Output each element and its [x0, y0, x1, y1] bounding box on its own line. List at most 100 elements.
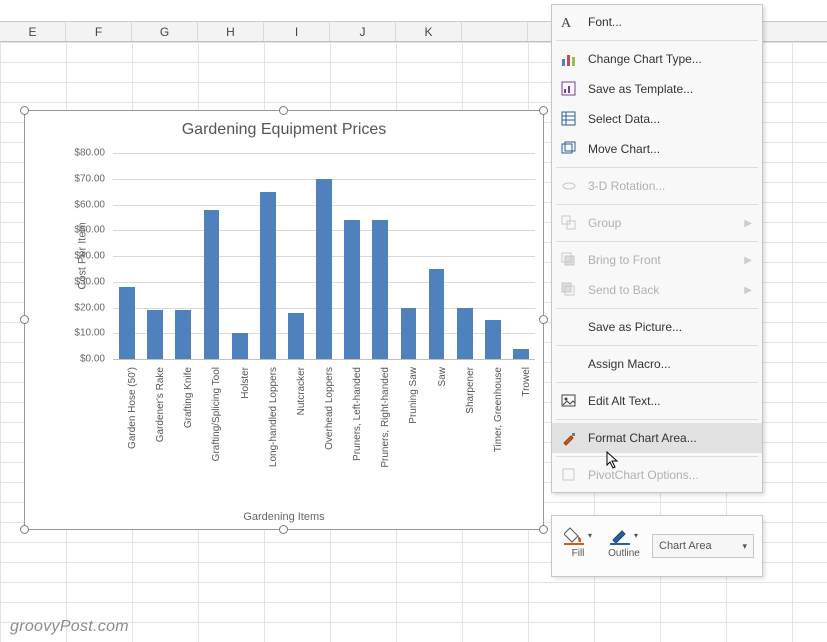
x-tick-label: Pruners, Right-handed — [380, 367, 391, 468]
resize-handle[interactable] — [539, 315, 548, 324]
column-header[interactable]: J — [330, 22, 396, 41]
x-tick-label: Saw — [437, 367, 448, 386]
menu-label: Change Chart Type... — [588, 52, 752, 66]
mini-toolbar: ▾ Fill ▾ Outline Chart Area ▾ — [551, 515, 763, 577]
outline-button[interactable]: ▾ Outline — [606, 520, 642, 559]
resize-handle[interactable] — [20, 106, 29, 115]
chevron-down-icon: ▾ — [742, 541, 747, 552]
menu-item-send-back: Send to Back ▶ — [552, 275, 762, 305]
menu-item-assign-macro[interactable]: Assign Macro... — [552, 349, 762, 379]
x-tick-label: Pruning Saw — [408, 367, 419, 424]
y-tick-label: $30.00 — [74, 276, 105, 287]
svg-text:A: A — [561, 16, 572, 30]
x-tick-label: Trowel — [521, 367, 532, 397]
menu-item-move-chart[interactable]: Move Chart... — [552, 134, 762, 164]
x-tick-label: Nutcracker — [296, 367, 307, 415]
blank-icon — [558, 353, 580, 375]
chevron-down-icon: ▾ — [588, 531, 592, 540]
menu-label: Save as Picture... — [588, 320, 752, 334]
send-back-icon — [558, 279, 580, 301]
y-tick-label: $40.00 — [74, 251, 105, 262]
x-tick-label: Overhead Loppers — [324, 367, 335, 450]
column-header[interactable]: F — [66, 22, 132, 41]
menu-item-select-data[interactable]: Select Data... — [552, 104, 762, 134]
template-icon — [558, 78, 580, 100]
menu-item-format-chart-area[interactable]: Format Chart Area... — [552, 423, 762, 453]
resize-handle[interactable] — [539, 106, 548, 115]
x-tick-label: Long-handled Loppers — [268, 367, 279, 467]
menu-separator — [556, 241, 758, 242]
x-axis-ticks: Garden Hose (50')Gardener's RakeGrafting… — [113, 363, 535, 503]
chart-bar[interactable] — [260, 192, 276, 359]
chart-bar[interactable] — [232, 333, 248, 359]
chart-bar[interactable] — [204, 210, 220, 359]
fill-button[interactable]: ▾ Fill — [560, 520, 596, 559]
chart-bar[interactable] — [175, 310, 191, 359]
menu-item-group: Group ▶ — [552, 208, 762, 238]
chart-bar[interactable] — [401, 308, 417, 360]
blank-icon — [558, 316, 580, 338]
resize-handle[interactable] — [20, 525, 29, 534]
column-header[interactable]: H — [198, 22, 264, 41]
chart-title[interactable]: Gardening Equipment Prices — [25, 111, 543, 145]
menu-separator — [556, 419, 758, 420]
column-header[interactable] — [462, 22, 528, 41]
chart-bar[interactable] — [513, 349, 529, 359]
resize-handle[interactable] — [20, 315, 29, 324]
menu-item-save-template[interactable]: Save as Template... — [552, 74, 762, 104]
menu-item-save-as-picture[interactable]: Save as Picture... — [552, 312, 762, 342]
y-tick-label: $50.00 — [74, 225, 105, 236]
move-chart-icon — [558, 138, 580, 160]
menu-label: PivotChart Options... — [588, 468, 752, 482]
menu-item-3d-rotation: 3-D Rotation... — [552, 171, 762, 201]
chart-element-selector[interactable]: Chart Area ▾ — [652, 534, 754, 558]
chart-bar[interactable] — [119, 287, 135, 359]
fill-label: Fill — [572, 548, 585, 559]
x-tick-label: Gardener's Rake — [155, 367, 166, 442]
chart-bar[interactable] — [429, 269, 445, 359]
menu-item-change-chart-type[interactable]: Change Chart Type... — [552, 44, 762, 74]
bring-front-icon — [558, 249, 580, 271]
menu-separator — [556, 308, 758, 309]
menu-separator — [556, 204, 758, 205]
menu-separator — [556, 345, 758, 346]
chart-bar[interactable] — [344, 220, 360, 359]
column-header[interactable]: G — [132, 22, 198, 41]
chevron-right-icon: ▶ — [744, 285, 752, 296]
menu-label: Select Data... — [588, 112, 752, 126]
rotation-icon — [558, 175, 580, 197]
chevron-right-icon: ▶ — [744, 255, 752, 266]
x-axis-label[interactable]: Gardening Items — [25, 511, 543, 523]
chart-bar[interactable] — [485, 320, 501, 359]
x-tick-label: Timer, Greenhouse — [493, 367, 504, 452]
font-icon: A — [558, 11, 580, 33]
menu-label: Font... — [588, 15, 752, 29]
chart-bar[interactable] — [372, 220, 388, 359]
chart-bars[interactable] — [113, 153, 535, 359]
resize-handle[interactable] — [279, 106, 288, 115]
column-header[interactable]: K — [396, 22, 462, 41]
chart-bar[interactable] — [288, 313, 304, 359]
chart-bar[interactable] — [457, 308, 473, 360]
y-tick-label: $70.00 — [74, 173, 105, 184]
resize-handle[interactable] — [279, 525, 288, 534]
x-tick-label: Grafting Knife — [183, 367, 194, 428]
column-header[interactable]: I — [264, 22, 330, 41]
chart-bar[interactable] — [316, 179, 332, 359]
resize-handle[interactable] — [539, 525, 548, 534]
chevron-down-icon: ▾ — [634, 531, 638, 540]
x-tick-label: Sharpener — [465, 367, 476, 414]
chevron-right-icon: ▶ — [744, 218, 752, 229]
pivot-icon — [558, 464, 580, 486]
chart-area[interactable]: Gardening Equipment Prices Cost Per Item… — [24, 110, 544, 530]
menu-item-edit-alt-text[interactable]: Edit Alt Text... — [552, 386, 762, 416]
menu-item-font[interactable]: A Font... — [552, 7, 762, 37]
watermark: groovyPost.com — [10, 618, 129, 636]
menu-separator — [556, 382, 758, 383]
format-icon — [558, 427, 580, 449]
chart-type-icon — [558, 48, 580, 70]
chart-bar[interactable] — [147, 310, 163, 359]
column-header[interactable]: E — [0, 22, 66, 41]
menu-label: 3-D Rotation... — [588, 179, 752, 193]
plot-area[interactable] — [113, 153, 535, 359]
